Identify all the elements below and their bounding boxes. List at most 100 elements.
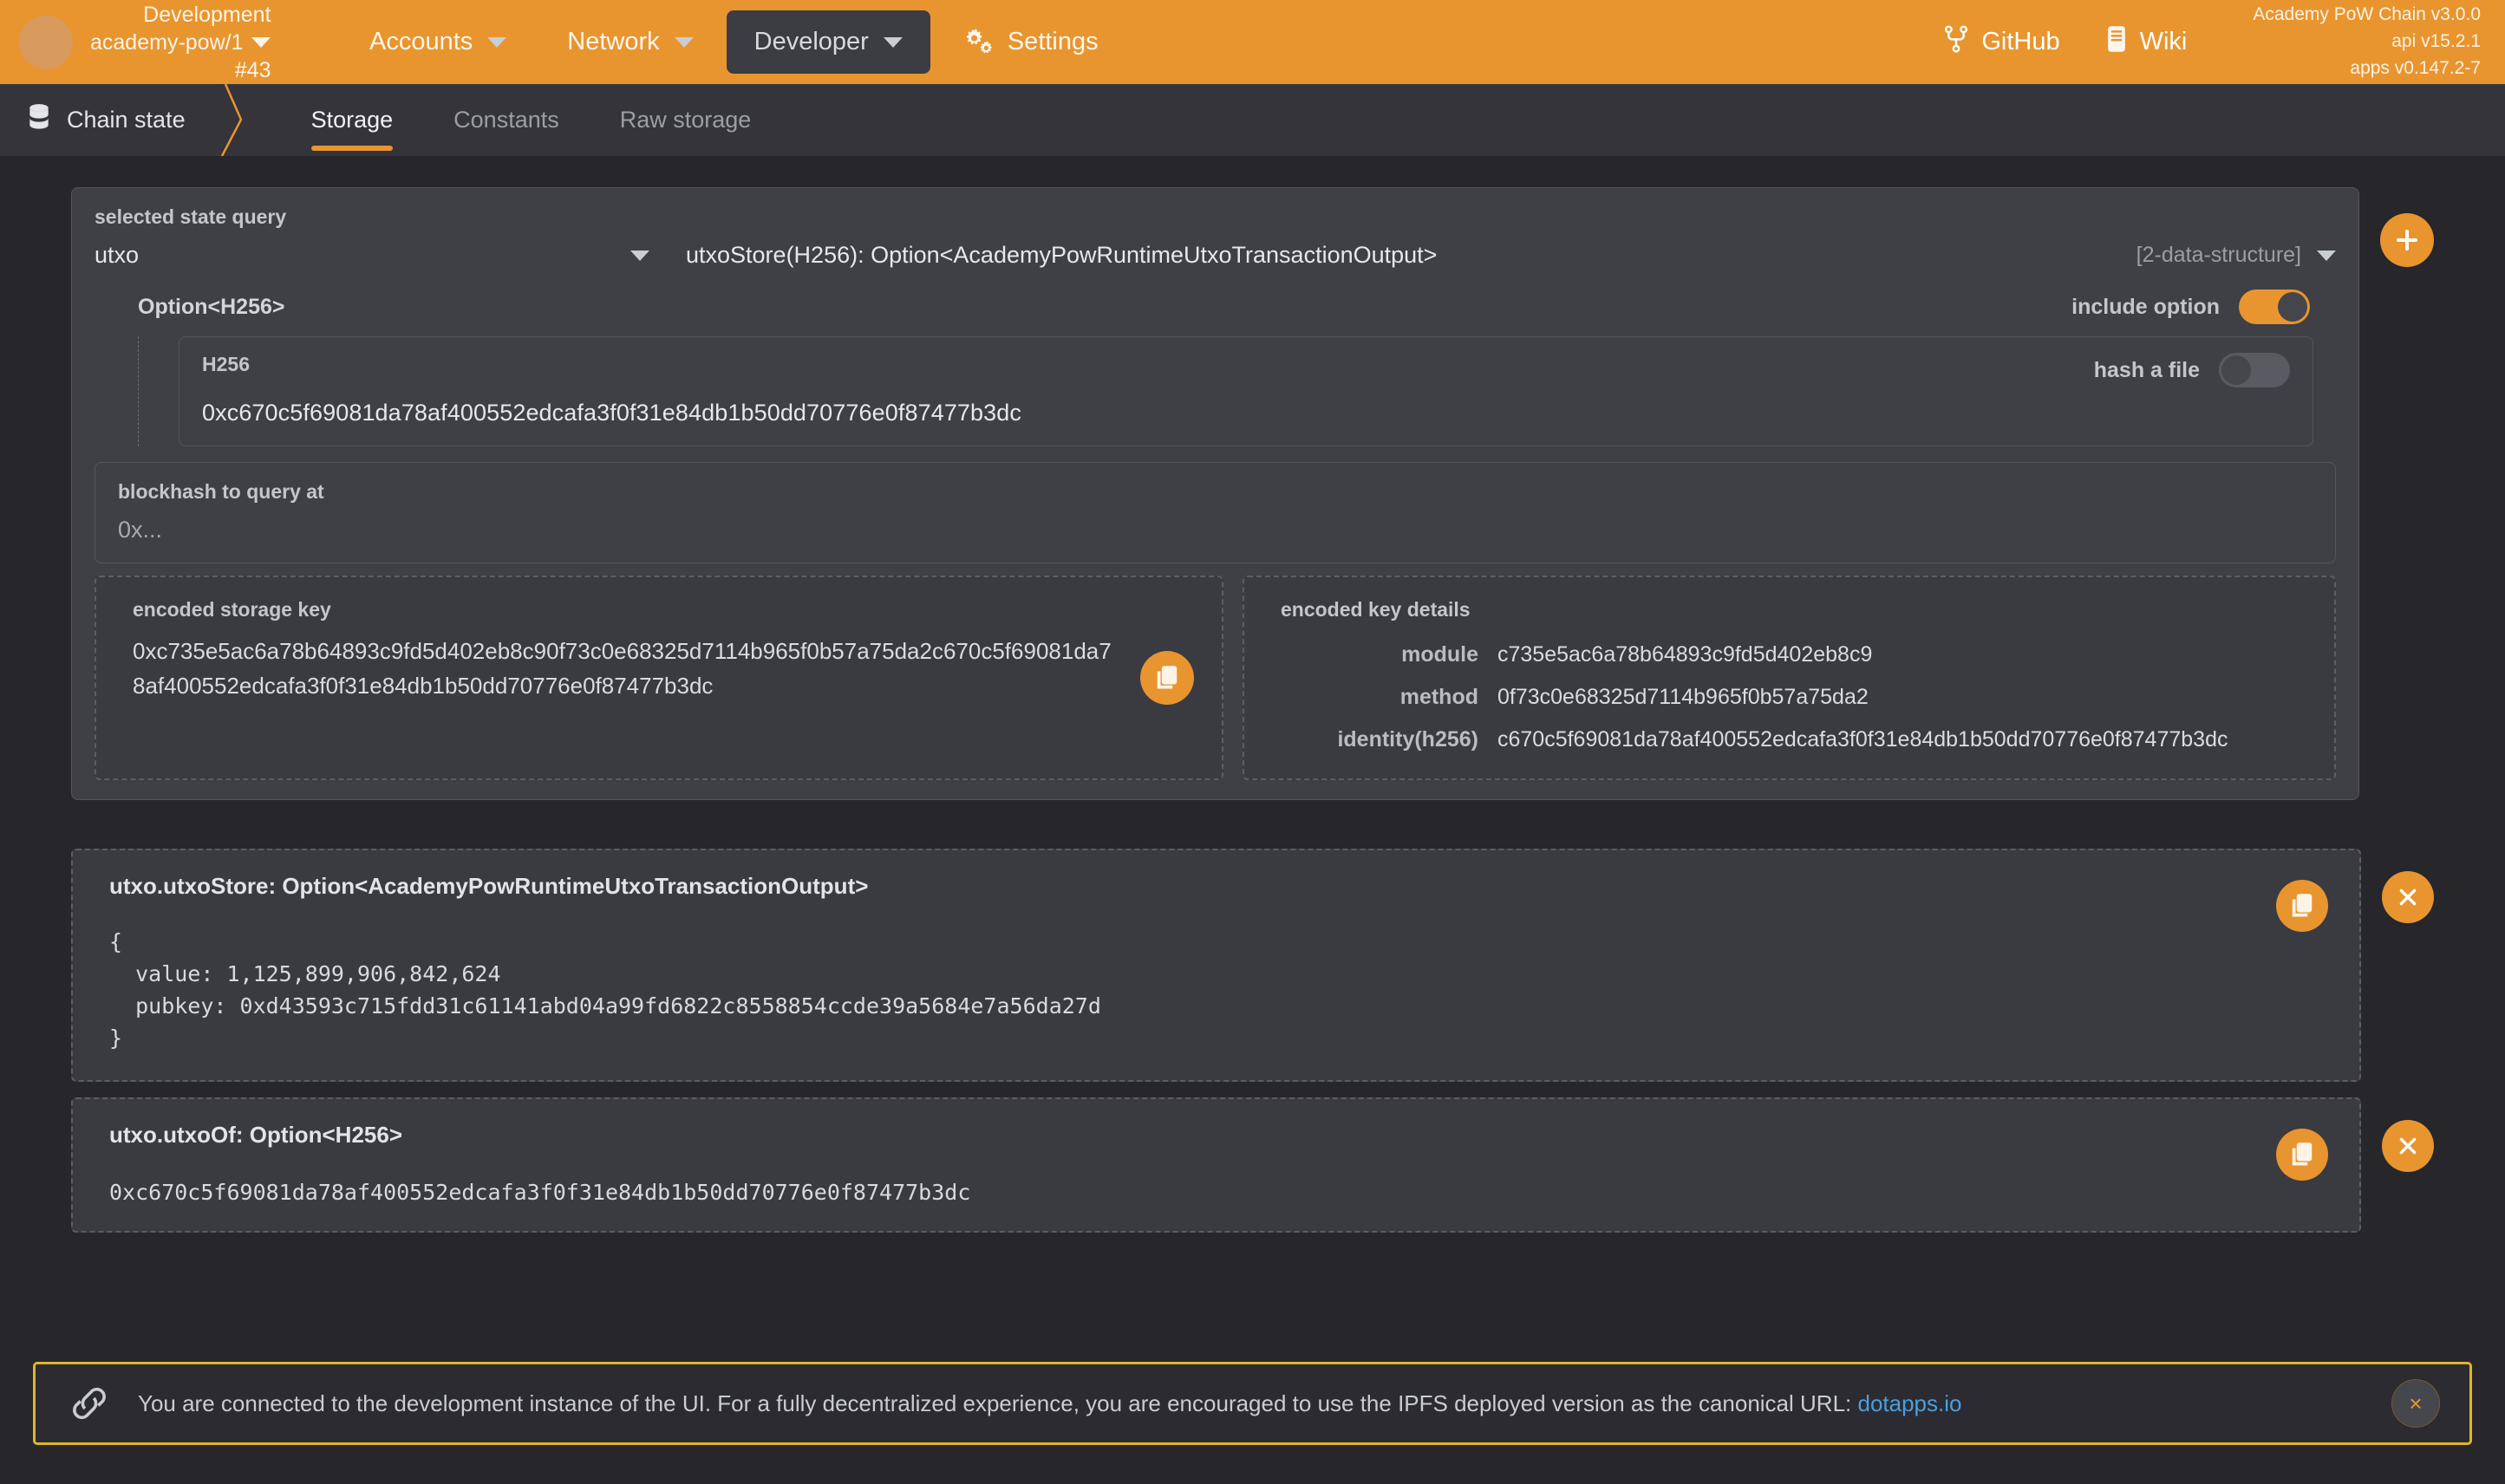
main-content: selected state query utxo utxoStore(H256… — [0, 156, 2505, 1233]
dotapps-link[interactable]: dotapps.io — [1857, 1390, 1961, 1416]
copy-result-button[interactable] — [2276, 1129, 2328, 1181]
version-apps: apps v0.147.2-7 — [2350, 57, 2481, 78]
hash-a-file-toggle[interactable] — [2219, 353, 2290, 387]
github-link[interactable]: GitHub — [1943, 24, 2060, 60]
nav-accounts-label: Accounts — [369, 28, 473, 55]
module-select-value: utxo — [95, 242, 140, 268]
nav-item-accounts[interactable]: Accounts — [342, 10, 534, 74]
include-option-toggle[interactable] — [2239, 290, 2310, 324]
query-row: selected state query utxo utxoStore(H256… — [71, 187, 2434, 800]
nav-network-label: Network — [567, 28, 660, 55]
header-links: GitHub Wiki — [1943, 24, 2187, 60]
remove-result-button[interactable] — [2382, 871, 2434, 923]
main-navigation: Accounts Network Developer Settings — [342, 10, 1126, 74]
detail-value-module: c735e5ac6a78b64893c9fd5d402eb8c9 — [1497, 642, 1873, 667]
banner-text: You are connected to the development ins… — [138, 1390, 1858, 1416]
result-row: utxo.utxoStore: Option<AcademyPowRuntime… — [71, 849, 2434, 1082]
h256-input-value[interactable]: 0xc670c5f69081da78af400552edcafa3f0f31e8… — [202, 400, 2290, 426]
detail-key-identity: identity(h256) — [1337, 727, 1478, 752]
close-banner-button[interactable]: × — [2391, 1379, 2440, 1428]
nav-item-developer[interactable]: Developer — [726, 10, 930, 74]
chain-network-label: Development — [143, 2, 271, 27]
encoded-row: encoded storage key 0xc735e5ac6a78b64893… — [95, 576, 2336, 780]
development-notice-banner: You are connected to the development ins… — [33, 1362, 2472, 1445]
h256-label: H256 — [202, 353, 250, 375]
breadcrumb: Chain state — [0, 84, 215, 156]
h256-input-card: H256 hash a file 0xc670c5f69081da78af400… — [179, 336, 2313, 446]
remove-result-button[interactable] — [2382, 1120, 2434, 1172]
tab-constants[interactable]: Constants — [423, 84, 590, 156]
tab-storage[interactable]: Storage — [281, 84, 424, 156]
version-info: Academy PoW Chain v3.0.0 api v15.2.1 app… — [2253, 2, 2481, 82]
add-query-button[interactable] — [2380, 213, 2434, 267]
result-title: utxo.utxoStore: Option<AcademyPowRuntime… — [109, 873, 869, 899]
github-icon — [1943, 24, 1969, 60]
tab-list: Storage Constants Raw storage — [281, 84, 782, 156]
result-panel-utxostore: utxo.utxoStore: Option<AcademyPowRuntime… — [71, 849, 2361, 1082]
module-select[interactable]: utxo — [95, 242, 667, 269]
result-body: { value: 1,125,899,906,842,624 pubkey: 0… — [109, 929, 1101, 1051]
include-option-toggle-group: include option — [2071, 290, 2310, 324]
chevron-down-icon — [630, 250, 649, 261]
toggle-knob — [2278, 292, 2307, 322]
copy-result-button[interactable] — [2276, 880, 2328, 932]
param-header: Option<H256> include option — [138, 290, 2313, 324]
result-title: utxo.utxoOf: Option<H256> — [109, 1122, 403, 1148]
blockhash-label: blockhash to query at — [118, 480, 324, 503]
encoded-key-details-label: encoded key details — [1281, 598, 1471, 621]
tab-constants-label: Constants — [453, 107, 559, 133]
chain-block-number: #43 — [234, 57, 271, 82]
encoded-key-details-table: module c735e5ac6a78b64893c9fd5d402eb8c9 … — [1281, 642, 2298, 752]
top-header-bar: Development academy-pow/1 #43 Accounts N… — [0, 0, 2505, 84]
chevron-down-icon[interactable] — [251, 36, 271, 48]
detail-key-method: method — [1399, 685, 1478, 709]
hash-a-file-toggle-group: hash a file — [2094, 353, 2290, 387]
nav-developer-label: Developer — [753, 28, 869, 55]
blockhash-input[interactable]: 0x... — [118, 517, 2313, 543]
wiki-link[interactable]: Wiki — [2105, 25, 2187, 60]
table-row: module c735e5ac6a78b64893c9fd5d402eb8c9 — [1281, 642, 2298, 667]
gears-icon — [963, 29, 993, 56]
blockhash-card: blockhash to query at 0x... — [95, 462, 2336, 563]
h256-input-header: H256 hash a file — [202, 353, 2290, 387]
chevron-down-icon — [2317, 250, 2336, 261]
include-option-label: include option — [2071, 294, 2220, 319]
hash-a-file-label: hash a file — [2093, 357, 2200, 382]
nav-item-network[interactable]: Network — [539, 10, 721, 74]
state-query-label: selected state query — [95, 205, 287, 228]
nav-settings-label: Settings — [1007, 28, 1099, 55]
tab-raw-storage-label: Raw storage — [619, 107, 752, 133]
chain-selector[interactable]: Development academy-pow/1 #43 — [19, 1, 305, 84]
database-icon — [26, 103, 52, 137]
data-structure-select[interactable]: [2-data-structure] — [2136, 243, 2336, 268]
version-chain: Academy PoW Chain v3.0.0 — [2253, 4, 2481, 25]
result-panel-utxoof: utxo.utxoOf: Option<H256> 0xc670c5f69081… — [71, 1097, 2361, 1233]
param-body: H256 hash a file 0xc670c5f69081da78af400… — [138, 336, 2313, 446]
detail-value-identity: c670c5f69081da78af400552edcafa3f0f31e84d… — [1497, 727, 2228, 752]
tab-raw-storage[interactable]: Raw storage — [590, 84, 782, 156]
link-icon — [68, 1383, 110, 1423]
query-results: utxo.utxoStore: Option<AcademyPowRuntime… — [71, 849, 2434, 1233]
state-query-line: utxo utxoStore(H256): Option<AcademyPowR… — [95, 242, 2336, 269]
tab-storage-label: Storage — [310, 107, 394, 133]
result-row: utxo.utxoOf: Option<H256> 0xc670c5f69081… — [71, 1097, 2434, 1233]
chevron-down-icon — [883, 36, 903, 48]
chain-info: Development academy-pow/1 #43 — [90, 1, 271, 84]
param-type-label: Option<H256> — [138, 294, 285, 319]
encoded-storage-key-label: encoded storage key — [133, 598, 331, 621]
table-row: identity(h256) c670c5f69081da78af400552e… — [1281, 727, 2298, 752]
state-query-card: selected state query utxo utxoStore(H256… — [71, 187, 2359, 800]
banner-message: You are connected to the development ins… — [138, 1390, 1961, 1417]
copy-encoded-key-button[interactable] — [1140, 651, 1194, 705]
book-icon — [2105, 25, 2128, 60]
tab-bar: Chain state Storage Constants Raw storag… — [0, 84, 2505, 156]
nav-item-settings[interactable]: Settings — [936, 10, 1126, 74]
breadcrumb-label: Chain state — [67, 107, 186, 133]
result-body: 0xc670c5f69081da78af400552edcafa3f0f31e8… — [109, 1180, 971, 1205]
encoded-key-details-panel: encoded key details module c735e5ac6a78b… — [1243, 576, 2336, 780]
table-row: method 0f73c0e68325d7114b965f0b57a75da2 — [1281, 685, 2298, 710]
detail-key-module: module — [1401, 642, 1478, 667]
detail-value-method: 0f73c0e68325d7114b965f0b57a75da2 — [1497, 685, 1869, 709]
toggle-knob — [2221, 355, 2251, 385]
method-select[interactable]: utxoStore(H256): Option<AcademyPowRuntim… — [667, 242, 2136, 269]
